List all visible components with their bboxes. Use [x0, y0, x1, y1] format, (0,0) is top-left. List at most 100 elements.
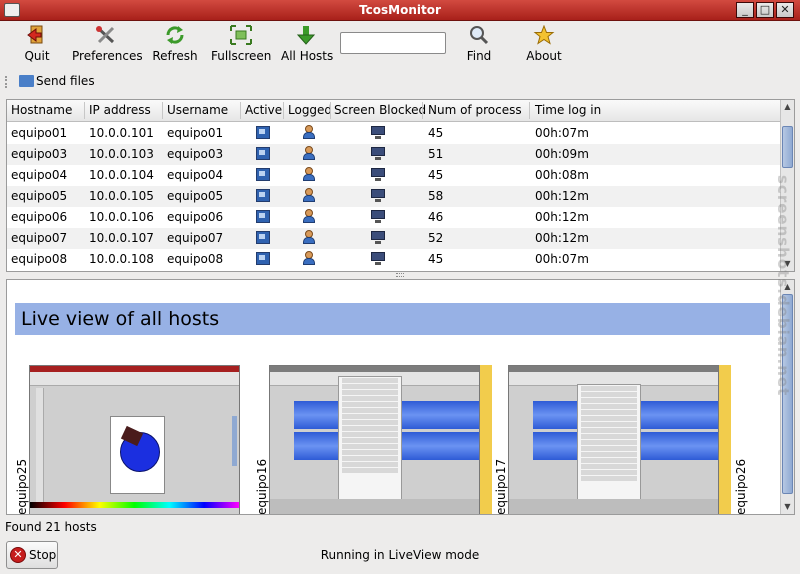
logged-user-icon — [302, 146, 316, 161]
hostname-cell: equipo08 — [11, 252, 68, 266]
table-row[interactable]: equipo04 10.0.0.104 equipo04 45 00h:08m — [7, 165, 782, 186]
ip-cell: 10.0.0.103 — [89, 147, 154, 161]
about-label: About — [526, 49, 562, 63]
preferences-button[interactable]: Preferences — [72, 23, 143, 67]
active-icon — [256, 252, 270, 265]
logged-user-icon — [302, 167, 316, 182]
active-icon — [256, 126, 270, 139]
hostname-cell: equipo07 — [11, 231, 68, 245]
toolbar: Quit Preferences Refresh Fullscreen All … — [0, 21, 800, 69]
find-button[interactable]: Find — [465, 23, 493, 67]
ip-cell: 10.0.0.101 — [89, 126, 154, 140]
process-count-cell: 45 — [428, 168, 444, 182]
table-row[interactable]: equipo07 10.0.0.107 equipo07 52 00h:12m — [7, 228, 782, 249]
screen-icon — [371, 252, 385, 265]
bottom-bar: ✕ Stop Running in LiveView mode — [0, 538, 800, 574]
username-cell: equipo07 — [167, 231, 224, 245]
host-screenshot[interactable] — [508, 365, 719, 514]
about-button[interactable]: About — [526, 23, 562, 67]
time-log-in-cell: 00h:09m — [535, 147, 589, 161]
column-username[interactable]: Username — [167, 103, 228, 117]
logged-user-icon — [302, 188, 316, 203]
window-title: TcosMonitor — [359, 3, 441, 17]
live-view-title: Live view of all hosts — [21, 308, 220, 330]
active-icon — [256, 210, 270, 223]
active-icon — [256, 147, 270, 160]
hostname-cell: equipo03 — [11, 147, 68, 161]
find-label: Find — [466, 49, 492, 63]
table-row[interactable]: equipo08 10.0.0.108 equipo08 45 00h:07m — [7, 249, 782, 270]
process-count-cell: 58 — [428, 189, 444, 203]
host-screenshot-card[interactable]: equipo25 — [15, 365, 240, 515]
host-screenshot[interactable] — [29, 365, 240, 514]
fullscreen-icon — [230, 25, 252, 45]
column-screen-blocked[interactable]: Screen Blocked — [334, 103, 426, 117]
active-icon — [256, 231, 270, 244]
hostname-cell: equipo04 — [11, 168, 68, 182]
table-row[interactable]: equipo01 10.0.0.101 equipo01 45 00h:07m — [7, 123, 782, 144]
quit-label: Quit — [24, 49, 50, 63]
close-button[interactable]: ✕ — [776, 2, 794, 18]
logged-user-icon — [302, 209, 316, 224]
refresh-button[interactable]: Refresh — [152, 23, 198, 67]
username-cell: equipo06 — [167, 210, 224, 224]
minimize-button[interactable]: _ — [736, 2, 754, 18]
column-logged[interactable]: Logged — [288, 103, 332, 117]
screen-icon — [371, 231, 385, 244]
column-time-log-in[interactable]: Time log in — [535, 103, 601, 117]
watermark: screenshots.debian.net — [774, 175, 796, 415]
host-highlight-strip — [480, 365, 492, 514]
username-cell: equipo03 — [167, 147, 224, 161]
logged-user-icon — [302, 125, 316, 140]
fullscreen-button[interactable]: Fullscreen — [211, 23, 271, 67]
send-files-label: Send files — [36, 74, 95, 88]
column-num-of-process[interactable]: Num of process — [428, 103, 522, 117]
column-active[interactable]: Active — [245, 103, 282, 117]
preferences-icon — [96, 26, 115, 44]
live-view-banner: Live view of all hosts — [15, 303, 770, 335]
active-icon — [256, 189, 270, 202]
host-label: equipo16 — [255, 458, 269, 515]
screen-icon — [371, 189, 385, 202]
host-screenshot-card[interactable]: equipo16 — [255, 365, 492, 515]
send-files-bar: Send files — [0, 70, 800, 94]
host-screenshot[interactable] — [269, 365, 480, 514]
maximize-button[interactable]: □ — [756, 2, 774, 18]
screen-icon — [371, 168, 385, 181]
pane-splitter[interactable] — [0, 272, 800, 278]
time-log-in-cell: 00h:07m — [535, 126, 589, 140]
hosts-found-text: Found 21 hosts — [5, 520, 97, 534]
column-hostname[interactable]: Hostname — [11, 103, 72, 117]
hostname-cell: equipo01 — [11, 126, 68, 140]
scroll-down-icon[interactable]: ▼ — [781, 500, 794, 513]
screen-icon — [371, 126, 385, 139]
find-icon — [470, 26, 489, 45]
refresh-label: Refresh — [152, 49, 198, 63]
hosts-table: Hostname IP address Username Active Logg… — [6, 99, 795, 272]
host-screenshot-card[interactable]: equipo26 — [734, 365, 754, 514]
active-icon — [256, 168, 270, 181]
table-scroll-thumb[interactable] — [782, 126, 793, 168]
quit-button[interactable]: Quit — [22, 23, 52, 67]
toolbar-grip[interactable] — [5, 76, 9, 88]
live-view-panel: Live view of all hosts equipo25 equipo16… — [6, 279, 795, 515]
ip-cell: 10.0.0.104 — [89, 168, 154, 182]
time-log-in-cell: 00h:12m — [535, 210, 589, 224]
host-label: equipo25 — [15, 458, 29, 515]
all-hosts-icon — [296, 26, 316, 45]
table-row[interactable]: equipo06 10.0.0.106 equipo06 46 00h:12m — [7, 207, 782, 228]
column-ip-address[interactable]: IP address — [89, 103, 151, 117]
all-hosts-button[interactable]: All Hosts — [281, 23, 333, 67]
table-row[interactable]: equipo03 10.0.0.103 equipo03 51 00h:09m — [7, 144, 782, 165]
folder-icon — [19, 75, 34, 87]
mode-status-text: Running in LiveView mode — [320, 548, 480, 562]
logged-user-icon — [302, 230, 316, 245]
process-count-cell: 45 — [428, 126, 444, 140]
ip-cell: 10.0.0.107 — [89, 231, 154, 245]
table-row[interactable]: equipo05 10.0.0.105 equipo05 58 00h:12m — [7, 186, 782, 207]
screen-icon — [371, 210, 385, 223]
scroll-up-icon[interactable]: ▲ — [781, 100, 794, 113]
time-log-in-cell: 00h:07m — [535, 252, 589, 266]
host-screenshot-card[interactable]: equipo17 — [494, 365, 731, 514]
search-input[interactable] — [340, 32, 446, 54]
